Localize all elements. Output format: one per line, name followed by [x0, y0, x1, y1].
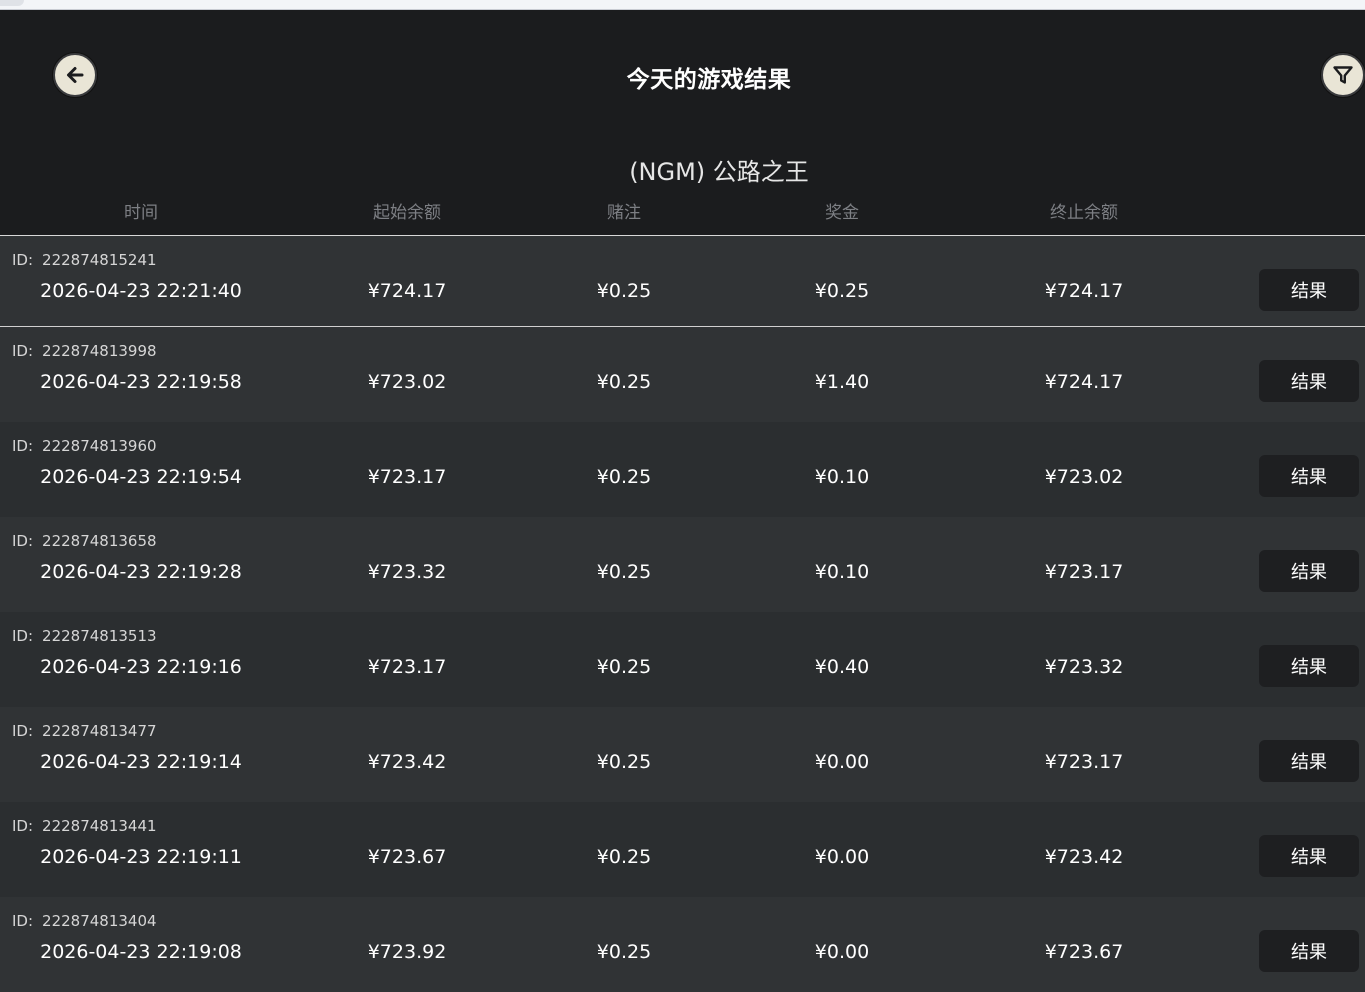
row-id: ID: 222874813441 [12, 817, 157, 835]
row-start-balance: ¥723.02 [367, 371, 447, 393]
results-list: ID: 222874815241 2026-04-23 22:21:40 ¥724… [0, 236, 1365, 992]
row-prize: ¥1.40 [814, 371, 870, 393]
row-id: ID: 222874815241 [12, 251, 157, 269]
row-end-balance: ¥723.42 [1044, 846, 1124, 868]
row-start-balance: ¥724.17 [367, 280, 447, 302]
table-row: ID: 222874813998 2026-04-23 22:19:58 ¥723… [0, 327, 1365, 422]
row-start-balance: ¥723.17 [367, 466, 447, 488]
row-start-balance: ¥723.67 [367, 846, 447, 868]
row-time: 2026-04-23 22:19:28 [40, 561, 242, 583]
table-row: ID: 222874815241 2026-04-23 22:21:40 ¥724… [0, 236, 1365, 327]
page-header: 今天的游戏结果 [0, 10, 1365, 140]
table-row: ID: 222874813960 2026-04-23 22:19:54 ¥723… [0, 422, 1365, 517]
id-prefix: ID: [12, 722, 34, 740]
table-row: ID: 222874813404 2026-04-23 22:19:08 ¥723… [0, 897, 1365, 992]
table-row: ID: 222874813513 2026-04-23 22:19:16 ¥723… [0, 612, 1365, 707]
column-header-time: 时间 [124, 203, 158, 223]
row-bet: ¥0.25 [596, 656, 652, 678]
row-time: 2026-04-23 22:19:11 [40, 846, 242, 868]
page-title: 今天的游戏结果 [626, 67, 792, 93]
row-id: ID: 222874813477 [12, 722, 157, 740]
row-time: 2026-04-23 22:19:08 [40, 941, 242, 963]
table-row: ID: 222874813441 2026-04-23 22:19:11 ¥723… [0, 802, 1365, 897]
result-button[interactable]: 结果 [1259, 835, 1359, 877]
row-time: 2026-04-23 22:19:58 [40, 371, 242, 393]
row-start-balance: ¥723.32 [367, 561, 447, 583]
row-id: ID: 222874813998 [12, 342, 157, 360]
row-bet: ¥0.25 [596, 371, 652, 393]
row-id: ID: 222874813404 [12, 912, 157, 930]
result-button[interactable]: 结果 [1259, 360, 1359, 402]
result-button[interactable]: 结果 [1259, 645, 1359, 687]
column-header-end-balance: 终止余额 [1050, 203, 1118, 223]
row-prize: ¥0.25 [814, 280, 870, 302]
row-end-balance: ¥723.32 [1044, 656, 1124, 678]
result-button[interactable]: 结果 [1259, 930, 1359, 972]
row-prize: ¥0.00 [814, 751, 870, 773]
row-prize: ¥0.10 [814, 561, 870, 583]
row-id-value: 222874813960 [42, 437, 157, 455]
row-start-balance: ¥723.42 [367, 751, 447, 773]
column-header-bet: 赌注 [607, 203, 641, 223]
row-end-balance: ¥723.17 [1044, 561, 1124, 583]
row-end-balance: ¥724.17 [1044, 371, 1124, 393]
browser-tab-corner [0, 0, 24, 6]
row-end-balance: ¥724.17 [1044, 280, 1124, 302]
table-row: ID: 222874813658 2026-04-23 22:19:28 ¥723… [0, 517, 1365, 612]
filter-button[interactable] [1321, 53, 1365, 97]
id-prefix: ID: [12, 342, 34, 360]
row-id: ID: 222874813513 [12, 627, 157, 645]
row-time: 2026-04-23 22:19:54 [40, 466, 242, 488]
row-prize: ¥0.00 [814, 846, 870, 868]
row-prize: ¥0.40 [814, 656, 870, 678]
row-id-value: 222874815241 [42, 251, 157, 269]
row-id: ID: 222874813960 [12, 437, 157, 455]
row-bet: ¥0.25 [596, 466, 652, 488]
result-button[interactable]: 结果 [1259, 455, 1359, 497]
row-prize: ¥0.00 [814, 941, 870, 963]
row-start-balance: ¥723.17 [367, 656, 447, 678]
column-header-prize: 奖金 [825, 203, 859, 223]
row-id-value: 222874813998 [42, 342, 157, 360]
id-prefix: ID: [12, 912, 34, 930]
row-start-balance: ¥723.92 [367, 941, 447, 963]
id-prefix: ID: [12, 817, 34, 835]
table-header: 时间 起始余额 赌注 奖金 终止余额 [0, 198, 1365, 226]
table-row: ID: 222874813477 2026-04-23 22:19:14 ¥723… [0, 707, 1365, 802]
result-button[interactable]: 结果 [1259, 550, 1359, 592]
result-button[interactable]: 结果 [1259, 740, 1359, 782]
row-id-value: 222874813477 [42, 722, 157, 740]
row-time: 2026-04-23 22:21:40 [40, 280, 242, 302]
row-id-value: 222874813513 [42, 627, 157, 645]
filter-icon [1333, 66, 1353, 84]
row-id-value: 222874813658 [42, 532, 157, 550]
id-prefix: ID: [12, 627, 34, 645]
column-header-start-balance: 起始余额 [373, 203, 441, 223]
browser-top-strip [0, 0, 1365, 10]
row-end-balance: ¥723.02 [1044, 466, 1124, 488]
row-end-balance: ¥723.17 [1044, 751, 1124, 773]
row-end-balance: ¥723.67 [1044, 941, 1124, 963]
id-prefix: ID: [12, 437, 34, 455]
row-bet: ¥0.25 [596, 941, 652, 963]
result-button[interactable]: 结果 [1259, 269, 1359, 311]
row-time: 2026-04-23 22:19:16 [40, 656, 242, 678]
id-prefix: ID: [12, 251, 34, 269]
row-time: 2026-04-23 22:19:14 [40, 751, 242, 773]
row-prize: ¥0.10 [814, 466, 870, 488]
row-id: ID: 222874813658 [12, 532, 157, 550]
row-bet: ¥0.25 [596, 280, 652, 302]
id-prefix: ID: [12, 532, 34, 550]
game-name: (NGM) 公路之王 [629, 158, 809, 186]
row-bet: ¥0.25 [596, 846, 652, 868]
row-bet: ¥0.25 [596, 751, 652, 773]
row-id-value: 222874813404 [42, 912, 157, 930]
row-bet: ¥0.25 [596, 561, 652, 583]
row-id-value: 222874813441 [42, 817, 157, 835]
